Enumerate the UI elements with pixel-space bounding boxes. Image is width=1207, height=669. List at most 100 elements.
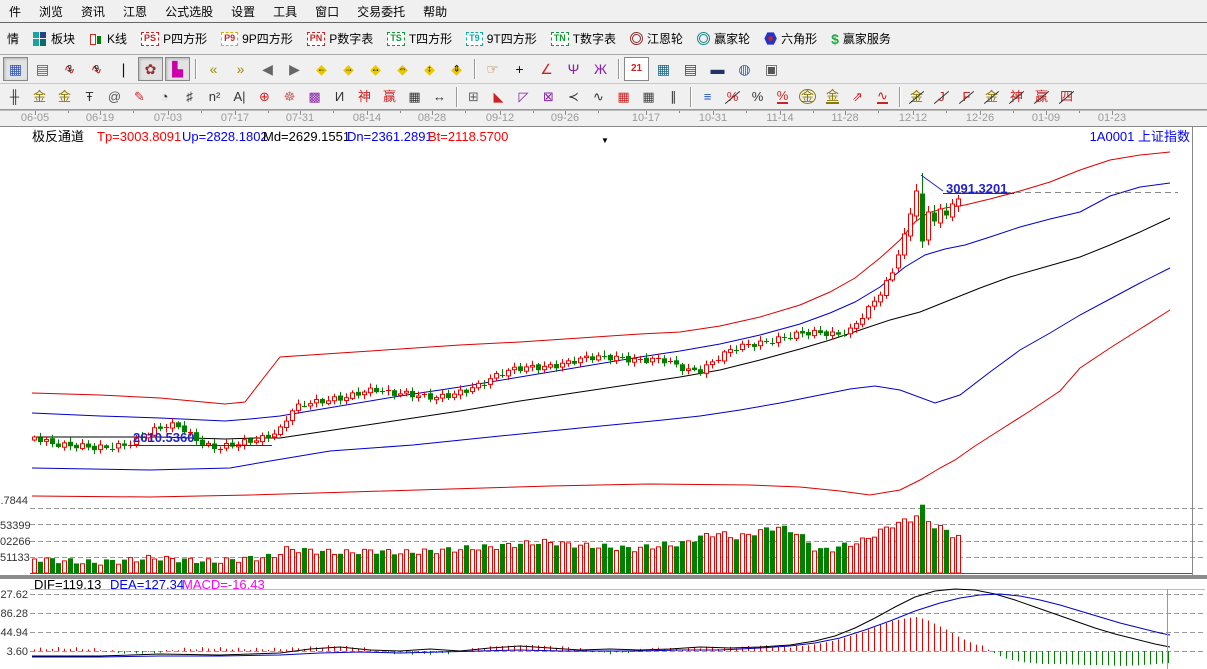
n-square-icon[interactable]: n² [203,86,226,108]
shen-angle-icon[interactable]: 神 [1005,86,1028,108]
expand-vertical-icon[interactable]: ◆↕ [417,57,442,81]
chart-window-icon[interactable]: ▦ [3,57,28,81]
time-comb-icon[interactable]: ♯ [178,86,201,108]
axis-tick [100,111,101,115]
menu-item-1[interactable]: 浏览 [30,3,72,20]
chevron-down-icon[interactable]: ▼ [601,134,609,148]
menu-item-3[interactable]: 江恩 [114,3,156,20]
menu-item-8[interactable]: 交易委托 [348,3,414,20]
percent-fan-icon[interactable]: % [721,86,744,108]
kline-period-icon[interactable]: ❘▾ [111,57,136,81]
wave-3-icon[interactable]: ∿3 [57,57,82,81]
spiral-icon[interactable]: @ [103,86,126,108]
time-cycle-icon[interactable]: Ŧ [78,86,101,108]
page-left-icon[interactable]: ◀ [255,57,280,81]
j-angle-icon[interactable]: J [930,86,953,108]
fractal-mark-icon[interactable]: И [328,86,351,108]
calendar-icon[interactable]: 21 [624,57,649,81]
percent-line-icon[interactable]: % [771,86,794,108]
stat-panel-icon[interactable]: ≡ [696,86,719,108]
speed-fan-icon[interactable]: ◣ [487,86,510,108]
quickbar-item-0[interactable]: 情 [0,30,26,47]
blocks-icon [33,32,47,46]
crosshair-tool-icon[interactable]: + [507,57,532,81]
axis-tick [367,111,368,115]
gann-shape-2-icon[interactable]: Ж [588,57,613,81]
indicator-name[interactable]: 极反通道 [32,130,84,144]
volume-style-icon[interactable]: ▙ [165,57,190,81]
pattern-select-icon[interactable]: ✿ [138,57,163,81]
expand-horizontal-icon[interactable]: ◆↔ [363,57,388,81]
gann-shape-1-icon[interactable]: Ψ [561,57,586,81]
menu-item-7[interactable]: 窗口 [306,3,348,20]
notepad-icon[interactable]: ▤ [678,57,703,81]
menu-item-0[interactable]: 件 [0,3,30,20]
quickbar-item-1[interactable]: 板块 [26,30,82,47]
menu-item-5[interactable]: 设置 [222,3,264,20]
x-grid-icon[interactable]: ⊠ [537,86,560,108]
menu-item-2[interactable]: 资讯 [72,3,114,20]
expand-all-icon[interactable]: ◆⇕ [444,57,469,81]
gann-clock-icon[interactable]: ◔ [153,86,176,108]
angle-measure-icon[interactable]: ∠ [534,57,559,81]
measure-pen-icon[interactable]: ⇗ [846,86,869,108]
grid-rays-icon[interactable]: ▩ [303,86,326,108]
brush-icon[interactable]: ✎ [128,86,151,108]
f-angle-icon[interactable]: F [955,86,978,108]
publish-web-icon[interactable]: ◍ [732,57,757,81]
quickbar-item-4[interactable]: P99P四方形 [214,30,300,47]
calculator-icon[interactable]: ▦ [651,57,676,81]
wave-tool-icon[interactable]: ∿ [871,86,894,108]
quickbar-item-10[interactable]: 赢家轮 [690,30,757,47]
menu-item-6[interactable]: 工具 [264,3,306,20]
page-right-icon[interactable]: ▶ [282,57,307,81]
menu-item-4[interactable]: 公式选股 [156,3,222,20]
compress-horizontal-icon[interactable]: ◆⇔ [390,57,415,81]
gold-angle-2-icon[interactable]: 金 [980,86,1003,108]
quote-list-icon[interactable]: ▤ [30,57,55,81]
menu-item-9[interactable]: 帮助 [414,3,456,20]
circle-cross-icon[interactable]: ⊕ [253,86,276,108]
quickbar-item-7[interactable]: T99T四方形 [459,30,544,47]
save-icon[interactable]: ▬ [705,57,730,81]
grid-cross-icon[interactable]: ╫ [3,86,26,108]
hand-tool-icon[interactable]: ☞ [480,57,505,81]
shift-right-icon[interactable]: ◆→ [336,57,361,81]
quickbar-item-2[interactable]: K线 [82,30,134,47]
gann-grid-icon[interactable]: ▦ [637,86,660,108]
si-angle-icon[interactable]: 四 [1055,86,1078,108]
gold-circle-icon[interactable]: 金 [796,86,819,108]
go-last-icon[interactable]: » [228,57,253,81]
shift-left-icon[interactable]: ◆← [309,57,334,81]
ying-angle-icon[interactable]: 赢 [1030,86,1053,108]
quickbar-item-11[interactable]: 六角形 [757,30,824,47]
symbol-label: 1A0001 上证指数 [1090,130,1190,144]
gold-gann-1-icon[interactable]: 金 [28,86,51,108]
zigzag-wave-icon[interactable]: ∿ [587,86,610,108]
price-ruler-icon[interactable]: ▦ [403,86,426,108]
go-first-icon[interactable]: « [201,57,226,81]
ray-lines-icon[interactable]: ≺ [562,86,585,108]
remote-pc-icon[interactable]: ▣ [759,57,784,81]
gold-angle-icon[interactable]: 金 [905,86,928,108]
quickbar-item-6[interactable]: TST四方形 [380,30,459,47]
parallel-lines-icon[interactable]: ∥ [662,86,685,108]
ying-square-icon[interactable]: 赢 [378,86,401,108]
mirror-tool-icon[interactable]: A| [228,86,251,108]
gold-gann-2-icon[interactable]: 金 [53,86,76,108]
quickbar-item-3[interactable]: PSP四方形 [134,30,214,47]
quickbar-item-8[interactable]: TNT数字表 [544,30,623,47]
quickbar-item-5[interactable]: PNP数字表 [300,30,381,47]
gold-level-icon[interactable]: 金 [821,86,844,108]
star-cycle-icon[interactable]: ☸ [278,86,301,108]
span-measure-icon[interactable]: ↔ [428,86,451,108]
rect-tool-icon[interactable]: ⊞ [462,86,485,108]
fan-box-icon[interactable]: ◸ [512,86,535,108]
shen-square-icon[interactable]: 神 [353,86,376,108]
quickbar-item-9[interactable]: 江恩轮 [623,30,690,47]
quickbar-item-12[interactable]: $赢家服务 [824,30,898,47]
wave-9-icon[interactable]: ∿9 [84,57,109,81]
axis-tick [235,111,236,115]
gann-grid-red-icon[interactable]: ▦ [612,86,635,108]
percent-icon[interactable]: % [746,86,769,108]
